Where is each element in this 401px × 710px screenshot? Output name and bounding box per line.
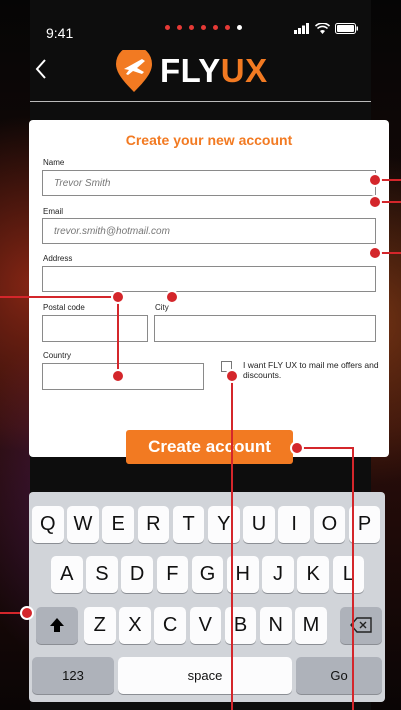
key-i[interactable]: I: [278, 506, 310, 543]
key-f[interactable]: F: [156, 556, 189, 593]
flyux-logo: FLYUX: [114, 50, 294, 94]
status-icons: [294, 23, 359, 34]
key-s[interactable]: S: [86, 556, 118, 593]
plane-logo-icon: [116, 50, 152, 92]
key-g[interactable]: G: [191, 556, 224, 593]
address-input[interactable]: [42, 266, 376, 292]
key-k[interactable]: K: [297, 556, 329, 593]
key-d[interactable]: D: [121, 556, 153, 593]
postal-code-input[interactable]: [42, 315, 148, 342]
postal-code-label: Postal code: [43, 303, 85, 312]
form-title: Create your new account: [125, 132, 293, 148]
email-label: Email: [43, 207, 64, 216]
key-x[interactable]: X: [119, 607, 151, 644]
city-label: City: [155, 303, 169, 312]
logo-wordmark: FLYUX: [160, 52, 268, 89]
key-z[interactable]: Z: [84, 607, 116, 644]
key-a[interactable]: A: [51, 556, 83, 593]
key-l[interactable]: L: [332, 556, 365, 593]
address-label: Address: [43, 254, 73, 263]
wifi-icon: [315, 23, 330, 34]
numbers-key[interactable]: 123: [32, 657, 114, 694]
key-q[interactable]: Q: [32, 506, 64, 543]
name-input[interactable]: Trevor Smith: [42, 170, 376, 196]
key-t[interactable]: T: [172, 506, 205, 543]
shift-icon: [50, 618, 64, 632]
page-indicator: [165, 25, 242, 30]
mail-optin-label: I want FLY UX to mail me offers and disc…: [243, 360, 379, 380]
key-u[interactable]: U: [243, 506, 275, 543]
email-input[interactable]: trevor.smith@hotmail.com: [42, 218, 376, 244]
go-key[interactable]: Go: [296, 657, 382, 694]
key-m[interactable]: M: [295, 607, 327, 644]
key-n[interactable]: N: [260, 607, 292, 644]
backspace-key[interactable]: [340, 607, 382, 644]
status-time: 9:41: [46, 25, 74, 41]
key-c[interactable]: C: [154, 607, 186, 644]
header-divider: [30, 101, 371, 102]
create-account-button[interactable]: Create account: [126, 430, 293, 464]
space-key[interactable]: space: [118, 657, 292, 694]
shift-key[interactable]: [36, 607, 78, 644]
battery-icon: [335, 23, 358, 34]
key-o[interactable]: O: [313, 506, 346, 543]
onscreen-keyboard: QWERTYUIOP ASDFGHJKL ZXCVBNM 123 space G…: [29, 492, 385, 702]
key-b[interactable]: B: [224, 607, 257, 644]
name-label: Name: [43, 158, 65, 167]
key-w[interactable]: W: [67, 506, 99, 543]
key-r[interactable]: R: [137, 506, 170, 543]
key-v[interactable]: V: [189, 607, 222, 644]
country-label: Country: [43, 351, 72, 360]
signup-form: Create your new account Name Trevor Smit…: [29, 120, 389, 457]
signal-icon: [294, 23, 309, 34]
city-input[interactable]: [154, 315, 376, 342]
status-bar: 9:41: [30, 22, 371, 42]
back-button[interactable]: [34, 58, 52, 82]
chevron-left-icon: [35, 59, 46, 79]
key-j[interactable]: J: [262, 556, 294, 593]
key-y[interactable]: Y: [208, 506, 240, 543]
key-e[interactable]: E: [102, 506, 134, 543]
